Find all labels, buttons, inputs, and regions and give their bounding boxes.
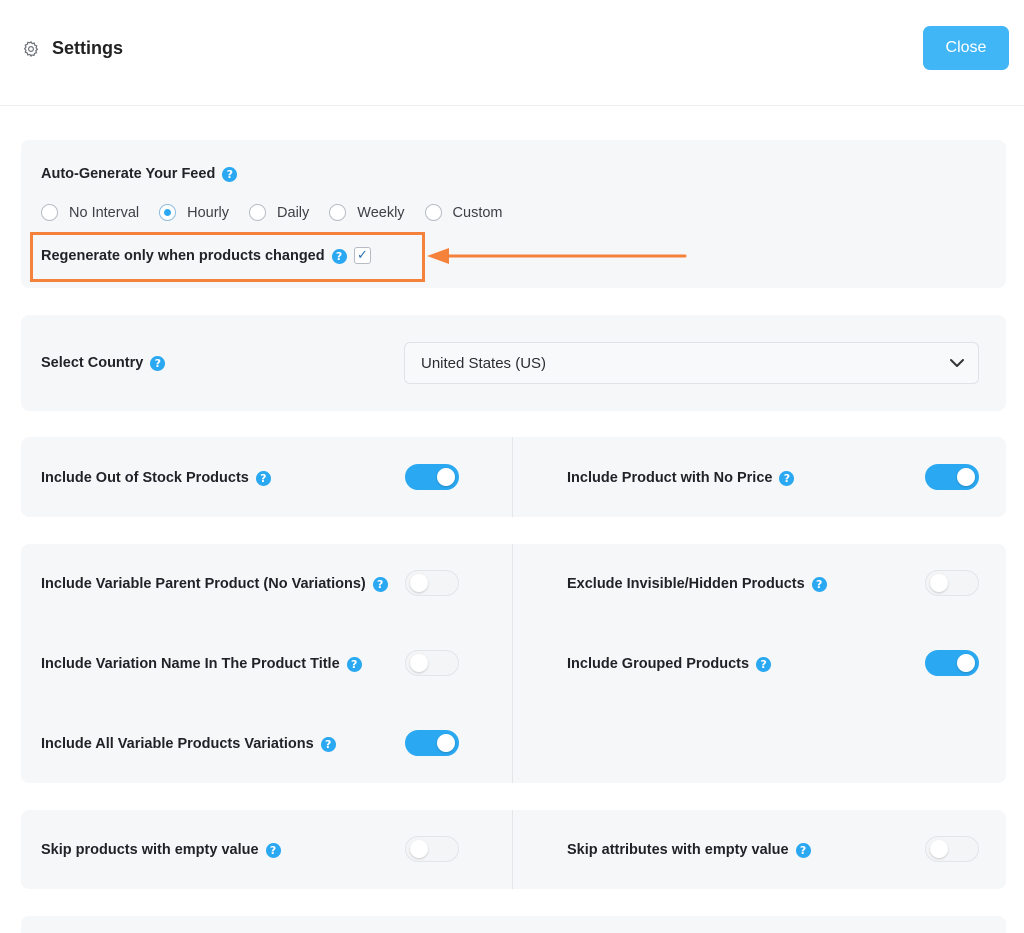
annotation-arrow-icon [427,248,687,264]
help-icon[interactable]: ? [811,576,827,592]
skip-empty-value-toggle[interactable] [405,836,459,862]
help-icon[interactable]: ? [756,656,772,672]
exclude-hidden-toggle[interactable] [925,570,979,596]
all-variations-label-text: Include All Variable Products Variations [41,736,314,752]
help-icon[interactable]: ? [222,166,238,182]
help-icon[interactable]: ? [150,355,166,371]
variation-name-toggle[interactable] [405,650,459,676]
all-variations-label: Include All Variable Products Variations… [41,736,336,752]
radio-button-selected[interactable] [159,204,177,221]
radio-label: Hourly [187,204,230,221]
variable-parent-label: Include Variable Parent Product (No Vari… [41,576,388,592]
variation-name-label: Include Variation Name In The Product Ti… [41,656,362,672]
radio-button[interactable] [424,204,442,221]
radio-label: No Interval [69,204,140,221]
close-button[interactable]: Close [923,26,1009,70]
exclude-hidden-label-text: Exclude Invisible/Hidden Products [567,576,805,592]
exclude-hidden-label: Exclude Invisible/Hidden Products ? [567,576,827,592]
help-icon[interactable]: ? [795,842,811,858]
help-icon[interactable]: ? [255,470,271,486]
grouped-label: Include Grouped Products ? [567,656,772,672]
all-variations-toggle[interactable] [405,730,459,756]
next-settings-card [21,916,1006,933]
out-of-stock-label: Include Out of Stock Products ? [41,470,271,486]
radio-daily[interactable]: Daily [249,204,309,221]
radio-button[interactable] [41,204,58,221]
auto-generate-label-text: Auto-Generate Your Feed [41,166,216,182]
skip-empty-attr-toggle[interactable] [925,836,979,862]
variations-card: Include Variable Parent Product (No Vari… [21,544,1006,783]
radio-weekly[interactable]: Weekly [329,204,405,221]
regenerate-label-text: Regenerate only when products changed [41,248,325,264]
no-price-label: Include Product with No Price ? [567,470,795,486]
radio-label: Daily [277,204,310,221]
column-divider [512,437,513,517]
radio-button[interactable] [249,204,267,221]
help-icon[interactable]: ? [320,736,336,752]
help-icon[interactable]: ? [265,842,281,858]
out-of-stock-label-text: Include Out of Stock Products [41,470,249,486]
grouped-toggle[interactable] [925,650,979,676]
radio-label: Custom [452,204,503,221]
gear-icon [23,41,39,58]
skip-empty-value-label: Skip products with empty value ? [41,842,281,858]
help-icon[interactable]: ? [346,656,362,672]
settings-header: Settings Close [0,0,1024,106]
skip-empty-card: Skip products with empty value ? Skip at… [21,810,1006,889]
skip-empty-attr-label: Skip attributes with empty value ? [567,842,811,858]
country-select-value: United States (US) [421,355,547,372]
radio-hourly[interactable]: Hourly [159,204,229,221]
variation-name-label-text: Include Variation Name In The Product Ti… [41,656,340,672]
interval-radio-group: No Interval Hourly Daily Weekly Custom [41,204,523,221]
regenerate-checkbox[interactable]: ✓ [354,247,371,264]
country-select[interactable]: United States (US) [404,342,979,384]
chevron-down-icon [950,359,964,367]
no-price-toggle[interactable] [925,464,979,490]
column-divider [512,810,513,889]
radio-button[interactable] [329,204,347,221]
radio-label: Weekly [357,204,405,221]
out-of-stock-toggle[interactable] [405,464,459,490]
stock-price-card: Include Out of Stock Products ? Include … [21,437,1006,517]
page-title: Settings [52,38,124,58]
variable-parent-label-text: Include Variable Parent Product (No Vari… [41,576,366,592]
help-icon[interactable]: ? [331,248,347,264]
variable-parent-toggle[interactable] [405,570,459,596]
no-price-label-text: Include Product with No Price [567,470,773,486]
radio-no-interval[interactable]: No Interval [41,204,139,221]
select-country-label: Select Country ? [41,355,166,371]
grouped-label-text: Include Grouped Products [567,656,750,672]
help-icon[interactable]: ? [372,576,388,592]
skip-empty-attr-label-text: Skip attributes with empty value [567,842,789,858]
regenerate-label: Regenerate only when products changed ? [41,248,347,264]
select-country-label-text: Select Country [41,355,144,371]
skip-empty-value-label-text: Skip products with empty value [41,842,259,858]
radio-custom[interactable]: Custom [424,204,503,221]
column-divider [512,544,513,783]
help-icon[interactable]: ? [779,470,795,486]
auto-generate-label: Auto-Generate Your Feed ? [41,166,238,182]
